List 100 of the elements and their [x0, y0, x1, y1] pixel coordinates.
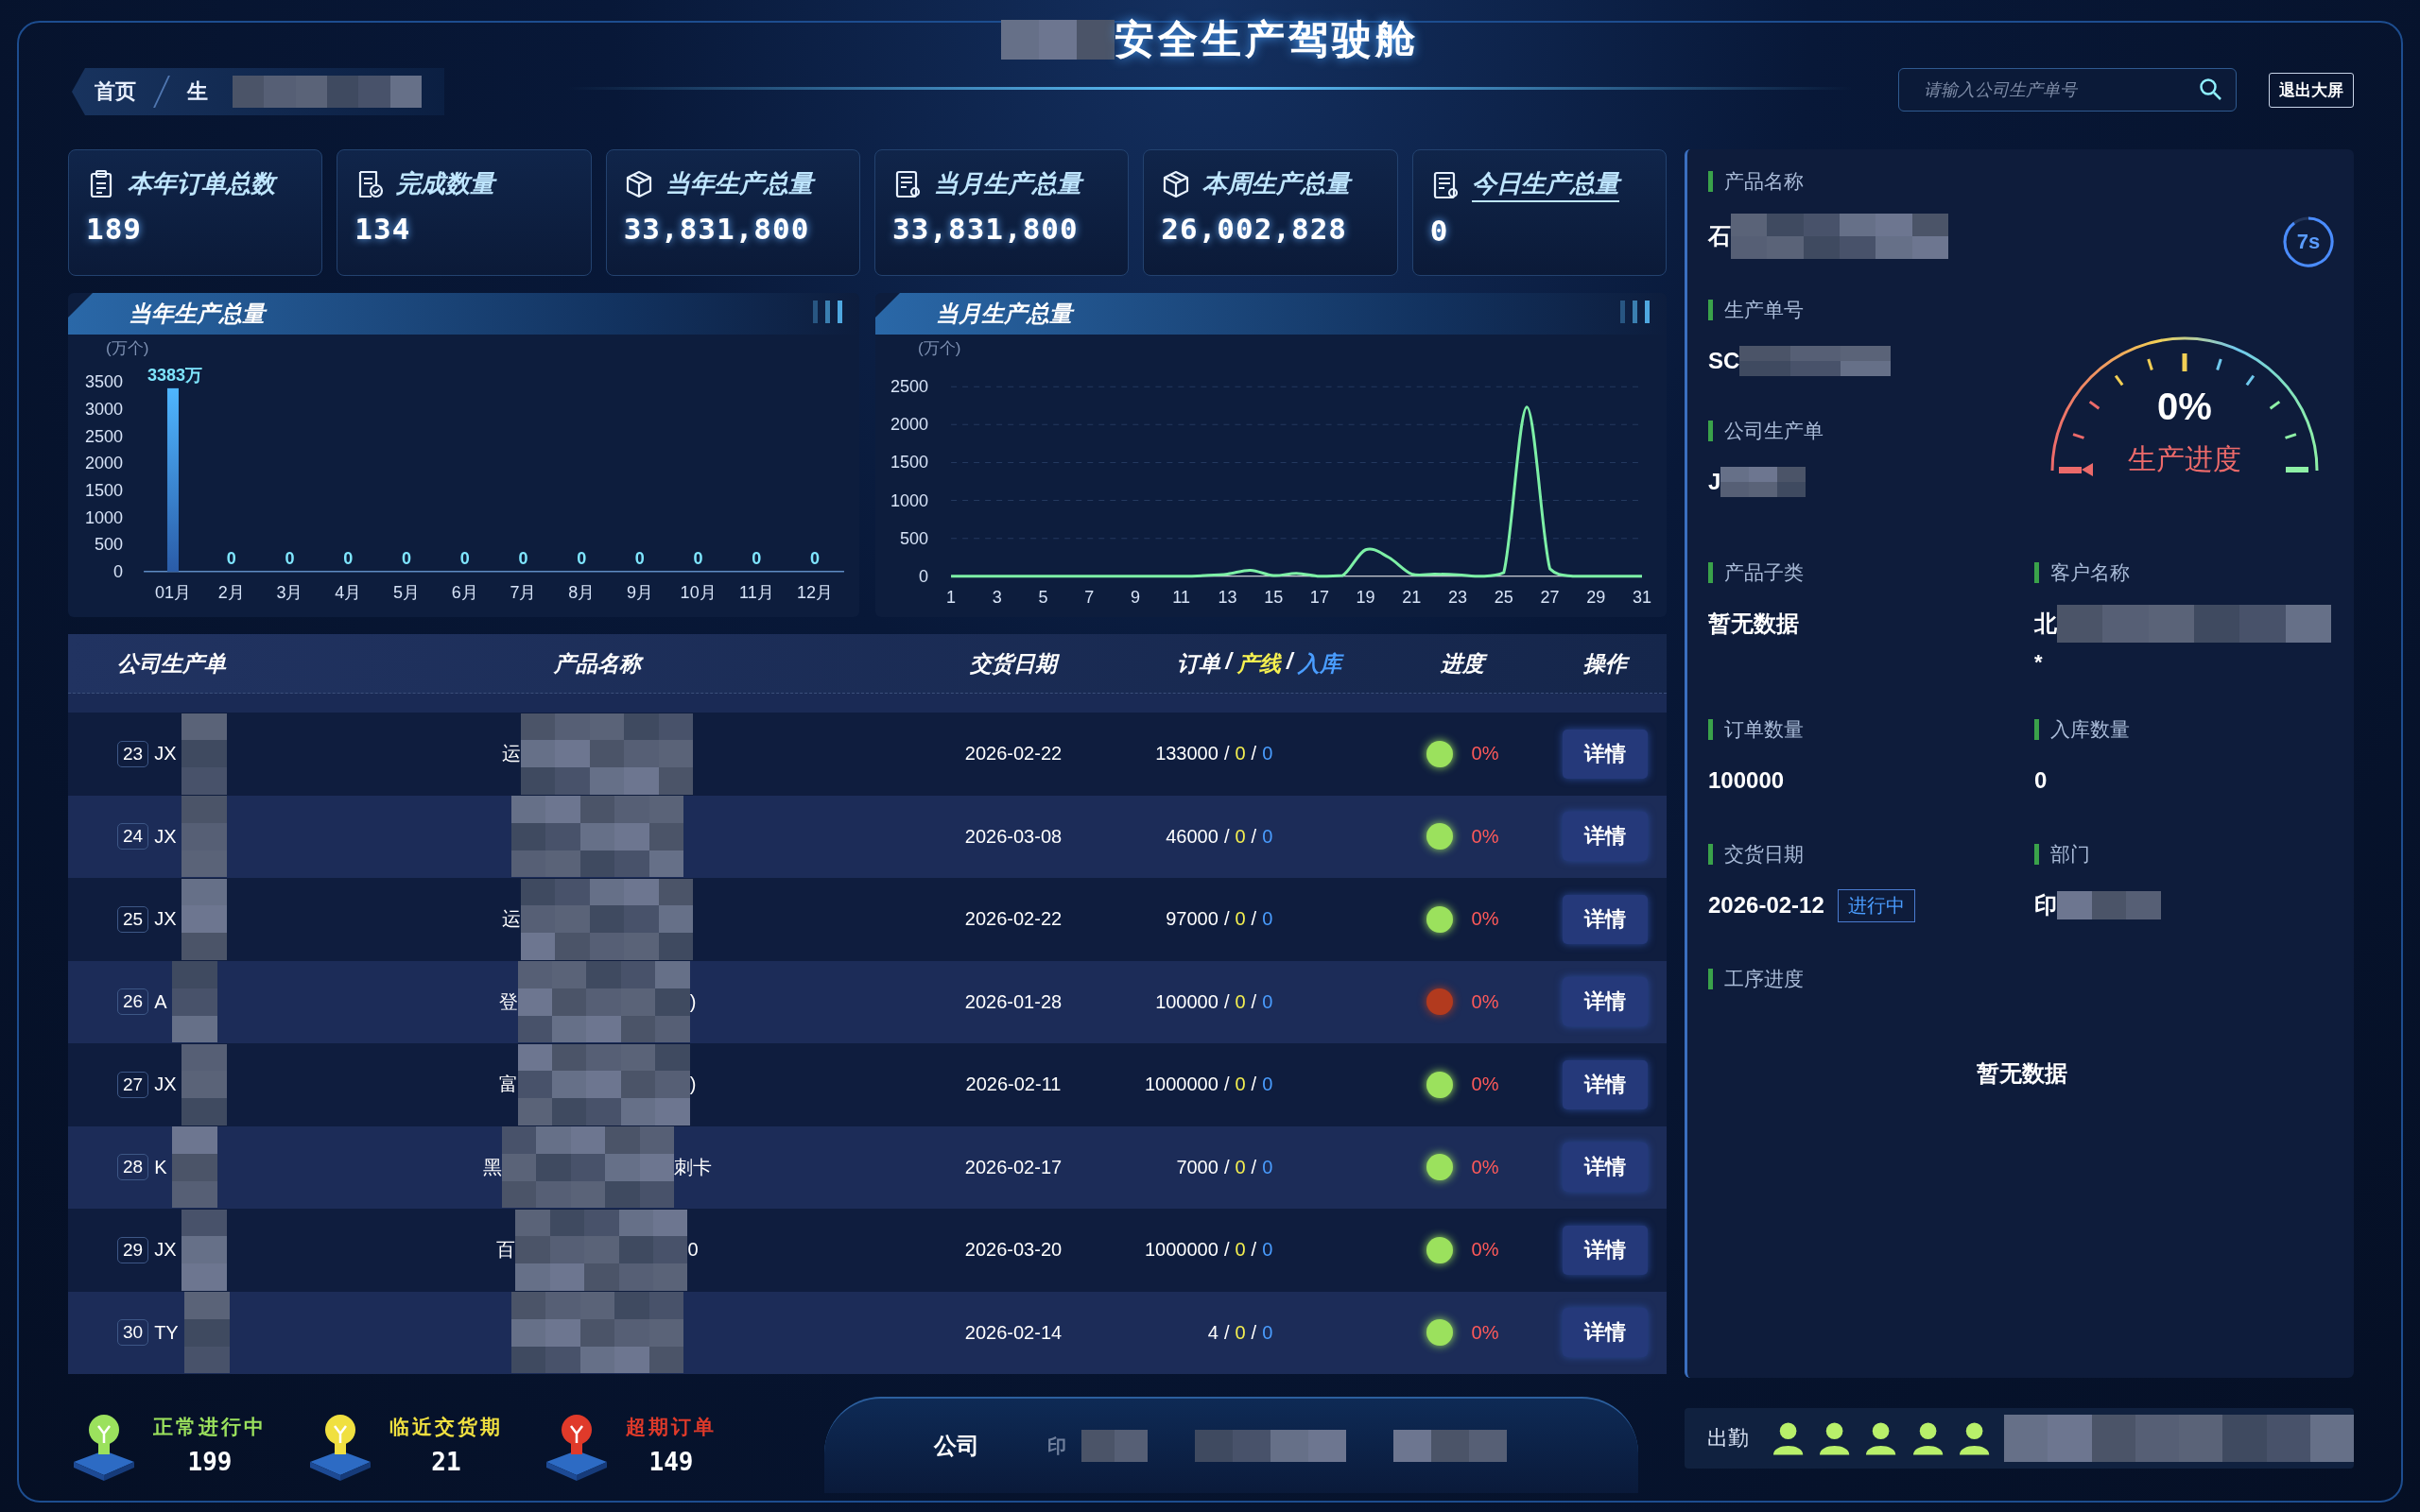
table-cell-text: 1000000 / 0 / 0	[1144, 1074, 1274, 1096]
value-label: 0	[285, 548, 295, 568]
field-value: J	[1708, 469, 1721, 495]
table-cell-text: 富	[498, 1073, 518, 1097]
value-label: 0	[577, 548, 587, 568]
value-label: 0	[226, 548, 236, 568]
y-tick: 2000	[890, 415, 929, 435]
x-tick: 11	[1172, 587, 1191, 607]
x-tick: 15	[1264, 587, 1284, 607]
attendance-label: 出勤	[1707, 1425, 1749, 1452]
stat-label: 本周生产总量	[1202, 168, 1351, 199]
table-cell-text: 2026-02-14	[963, 1321, 1063, 1344]
progress-text: 0%	[1471, 825, 1499, 848]
x-tick: 7月	[510, 582, 537, 602]
x-tick: 10月	[680, 582, 717, 602]
detail-button[interactable]: 详情	[1562, 1308, 1648, 1358]
field-value: 石	[1708, 222, 1731, 250]
x-tick: 13	[1218, 587, 1237, 607]
value-label: 0	[693, 548, 703, 568]
field-value: SC	[1708, 348, 1740, 374]
table-row[interactable]: 23 JX 运 2026-02-22 133000 / 0 / 0 0% 详情	[68, 713, 1667, 796]
detail-button[interactable]: 详情	[1562, 1059, 1648, 1109]
value-label: 3383万	[147, 365, 202, 385]
table-row[interactable]: 27 JX 富 ) 2026-02-11 1000000 / 0 / 0 0% 详情	[68, 1043, 1667, 1126]
y-tick: 1000	[890, 490, 929, 510]
table-cell: JX	[154, 1074, 177, 1096]
table-cell: )	[689, 1074, 697, 1096]
detail-button[interactable]: 详情	[1562, 1225, 1648, 1275]
detail-button[interactable]: 详情	[1562, 1143, 1648, 1193]
y-tick: 1000	[85, 507, 124, 527]
y-tick: 3500	[85, 372, 124, 392]
person-icon	[1772, 1420, 1806, 1456]
x-tick: 3	[992, 587, 1002, 607]
x-tick: 27	[1540, 587, 1560, 607]
progress-text: 0%	[1471, 1321, 1499, 1344]
stat-value: 26,002,828	[1161, 212, 1348, 246]
legend-label: 临近交货期	[389, 1415, 503, 1439]
x-tick: 8月	[568, 582, 596, 602]
table-row[interactable]: 30 TY 2026-02-14 4 / 0 / 0 0% 详情	[68, 1291, 1667, 1374]
table-cell-text: 黑	[483, 1155, 502, 1179]
progress-text: 0%	[1471, 1074, 1499, 1096]
table-cell: JX	[154, 908, 177, 931]
field-note: *	[2034, 650, 2044, 675]
progress-text: 0%	[1471, 743, 1499, 765]
column-header: 订单 / 产线 / 入库	[1175, 648, 1345, 678]
table-cell-text: 登	[498, 989, 518, 1014]
field-label: 入库数量	[2034, 716, 2335, 743]
breadcrumb-link[interactable]: 生	[187, 77, 208, 106]
table-cell-text: 2026-02-17	[963, 1156, 1063, 1178]
table-cell: K	[154, 1156, 167, 1178]
table-cell: 0	[687, 1239, 699, 1262]
table-cell-text: 133000 / 0 / 0	[1154, 743, 1274, 765]
page-title: 安全生产驾驶舱	[1115, 16, 1419, 63]
x-tick: 5	[1038, 587, 1048, 607]
detail-button[interactable]: 详情	[1562, 977, 1648, 1027]
legend-label: 正常进行中	[153, 1415, 267, 1439]
bottom-tab[interactable]: 印	[1042, 1432, 1072, 1460]
row-number: 24	[117, 823, 149, 850]
field-label: 生产单号	[1708, 297, 2335, 323]
x-tick: 4月	[335, 582, 362, 602]
table-row[interactable]: 28 K 黑 刺卡 2026-02-17 7000 / 0 / 0 0% 详情	[68, 1125, 1667, 1209]
gauge-label: 生产进度	[2127, 442, 2242, 476]
value-label: 0	[752, 548, 762, 568]
table-row[interactable]: 29 JX 百 0 2026-03-20 1000000 / 0 / 0 0% 详情	[68, 1209, 1667, 1292]
progress-text: 0%	[1471, 908, 1499, 931]
legend-count: 199	[187, 1448, 233, 1476]
field-value: 印	[2034, 891, 2057, 919]
detail-button[interactable]: 详情	[1562, 812, 1648, 862]
stat-value: 33,831,800	[623, 212, 811, 246]
y-tick: 500	[900, 528, 929, 548]
table-cell: JX	[154, 825, 177, 848]
x-tick: 17	[1309, 587, 1329, 607]
bottom-tab[interactable]: 公司	[928, 1430, 985, 1462]
row-number: 30	[117, 1319, 149, 1347]
stripes-decoration	[1620, 301, 1650, 323]
table-cell-text: 7000 / 0 / 0	[1175, 1156, 1274, 1178]
column-header: 进度	[1382, 648, 1543, 679]
table-cell-text: 2026-01-28	[963, 990, 1063, 1013]
empty-message: 暂无数据	[1975, 1059, 2068, 1088]
table-cell-text: 2026-02-22	[963, 908, 1063, 931]
exit-fullscreen-button[interactable]: 退出大屏	[2269, 72, 2354, 108]
progress-text: 0%	[1471, 990, 1499, 1013]
search-field[interactable]: 请输入公司生产单号	[1898, 68, 2237, 112]
table-cell-text: 百	[496, 1238, 516, 1263]
stripes-decoration	[813, 301, 842, 323]
row-number: 28	[117, 1154, 149, 1181]
table-row[interactable]: 26 A 登 ) 2026-01-28 100000 / 0 / 0 0% 详情	[68, 960, 1667, 1043]
axis-unit: (万个)	[106, 339, 149, 358]
detail-button[interactable]: 详情	[1562, 729, 1648, 779]
column-header: 公司生产单	[116, 649, 228, 678]
legend-label: 超期订单	[626, 1415, 717, 1439]
table-cell-text: 运	[502, 742, 521, 766]
breadcrumb-link[interactable]: 首页	[95, 77, 136, 106]
table-row[interactable]: 25 JX 运 2026-02-22 97000 / 0 / 0 0% 详情	[68, 878, 1667, 961]
detail-button[interactable]: 详情	[1562, 894, 1648, 944]
table-cell-text: 2026-03-08	[963, 825, 1063, 848]
field-label: 工序进度	[1708, 966, 2335, 992]
legend-count: 21	[431, 1448, 461, 1476]
countdown-ring-icon	[2282, 215, 2335, 268]
table-row[interactable]: 24 JX 2026-03-08 46000 / 0 / 0 0% 详情	[68, 795, 1667, 878]
